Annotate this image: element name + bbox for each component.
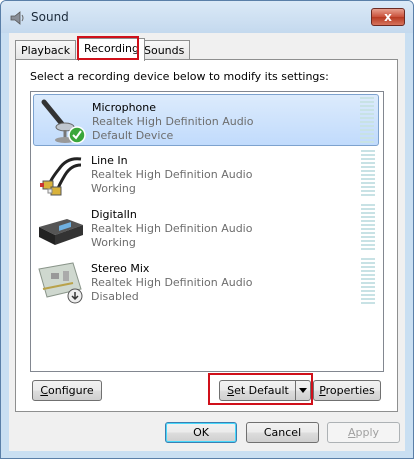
device-driver: Realtek High Definition Audio	[92, 115, 254, 128]
close-button[interactable]: x	[371, 8, 405, 26]
level-meter	[361, 258, 375, 306]
device-stereo-mix[interactable]: Stereo Mix Realtek High Definition Audio…	[33, 256, 379, 308]
speaker-icon	[10, 11, 24, 25]
apply-button[interactable]: Apply	[327, 422, 400, 443]
level-meter	[360, 97, 374, 145]
set-default-button[interactable]: Set Default	[219, 380, 311, 401]
device-status: Working	[91, 182, 136, 195]
apply-accelerator: A	[347, 426, 356, 439]
instruction-text: Select a recording device below to modif…	[30, 70, 329, 83]
dropdown-arrow-icon[interactable]	[295, 381, 310, 400]
device-list[interactable]: Microphone Realtek High Definition Audio…	[30, 91, 384, 372]
configure-button[interactable]: Configure	[32, 380, 102, 401]
device-digital-in[interactable]: DigitalIn Realtek High Definition Audio …	[33, 202, 379, 254]
device-status: Default Device	[92, 129, 174, 142]
title-bar[interactable]: Sound x	[1, 1, 413, 33]
sound-dialog: Sound x Playback Recording Sounds Select…	[0, 0, 414, 459]
configure-label: onfigure	[48, 384, 94, 397]
device-name: Stereo Mix	[91, 262, 150, 275]
device-driver: Realtek High Definition Audio	[91, 168, 253, 181]
window-title: Sound	[31, 10, 69, 24]
apply-label: pply	[355, 426, 380, 439]
configure-accelerator: C	[40, 384, 49, 397]
properties-label: roperties	[325, 384, 375, 397]
dialog-client: Playback Recording Sounds Select a recor…	[9, 33, 405, 451]
level-meter	[361, 150, 375, 198]
cancel-button[interactable]: Cancel	[246, 422, 319, 443]
device-status: Disabled	[91, 290, 139, 303]
rca-cable-icon	[40, 157, 82, 196]
set-default-label: et Default	[234, 384, 289, 397]
properties-button[interactable]: Properties	[313, 380, 381, 401]
tab-playback[interactable]: Playback	[15, 40, 77, 60]
tab-sounds[interactable]: Sounds	[138, 40, 191, 60]
device-line-in[interactable]: Line In Realtek High Definition Audio Wo…	[33, 148, 379, 200]
sound-card-icon	[38, 262, 83, 304]
microphone-icon	[41, 99, 86, 144]
tab-recording[interactable]: Recording	[78, 38, 146, 61]
device-microphone[interactable]: Microphone Realtek High Definition Audio…	[33, 94, 379, 146]
ok-button[interactable]: OK	[165, 422, 237, 443]
level-meter	[361, 204, 375, 252]
device-name: DigitalIn	[91, 208, 137, 221]
digital-receiver-icon	[39, 219, 83, 245]
device-status: Working	[91, 236, 136, 249]
device-driver: Realtek High Definition Audio	[91, 276, 253, 289]
recording-panel: Select a recording device below to modif…	[15, 59, 398, 412]
device-driver: Realtek High Definition Audio	[91, 222, 253, 235]
device-name: Line In	[91, 154, 128, 167]
device-name: Microphone	[92, 101, 157, 114]
